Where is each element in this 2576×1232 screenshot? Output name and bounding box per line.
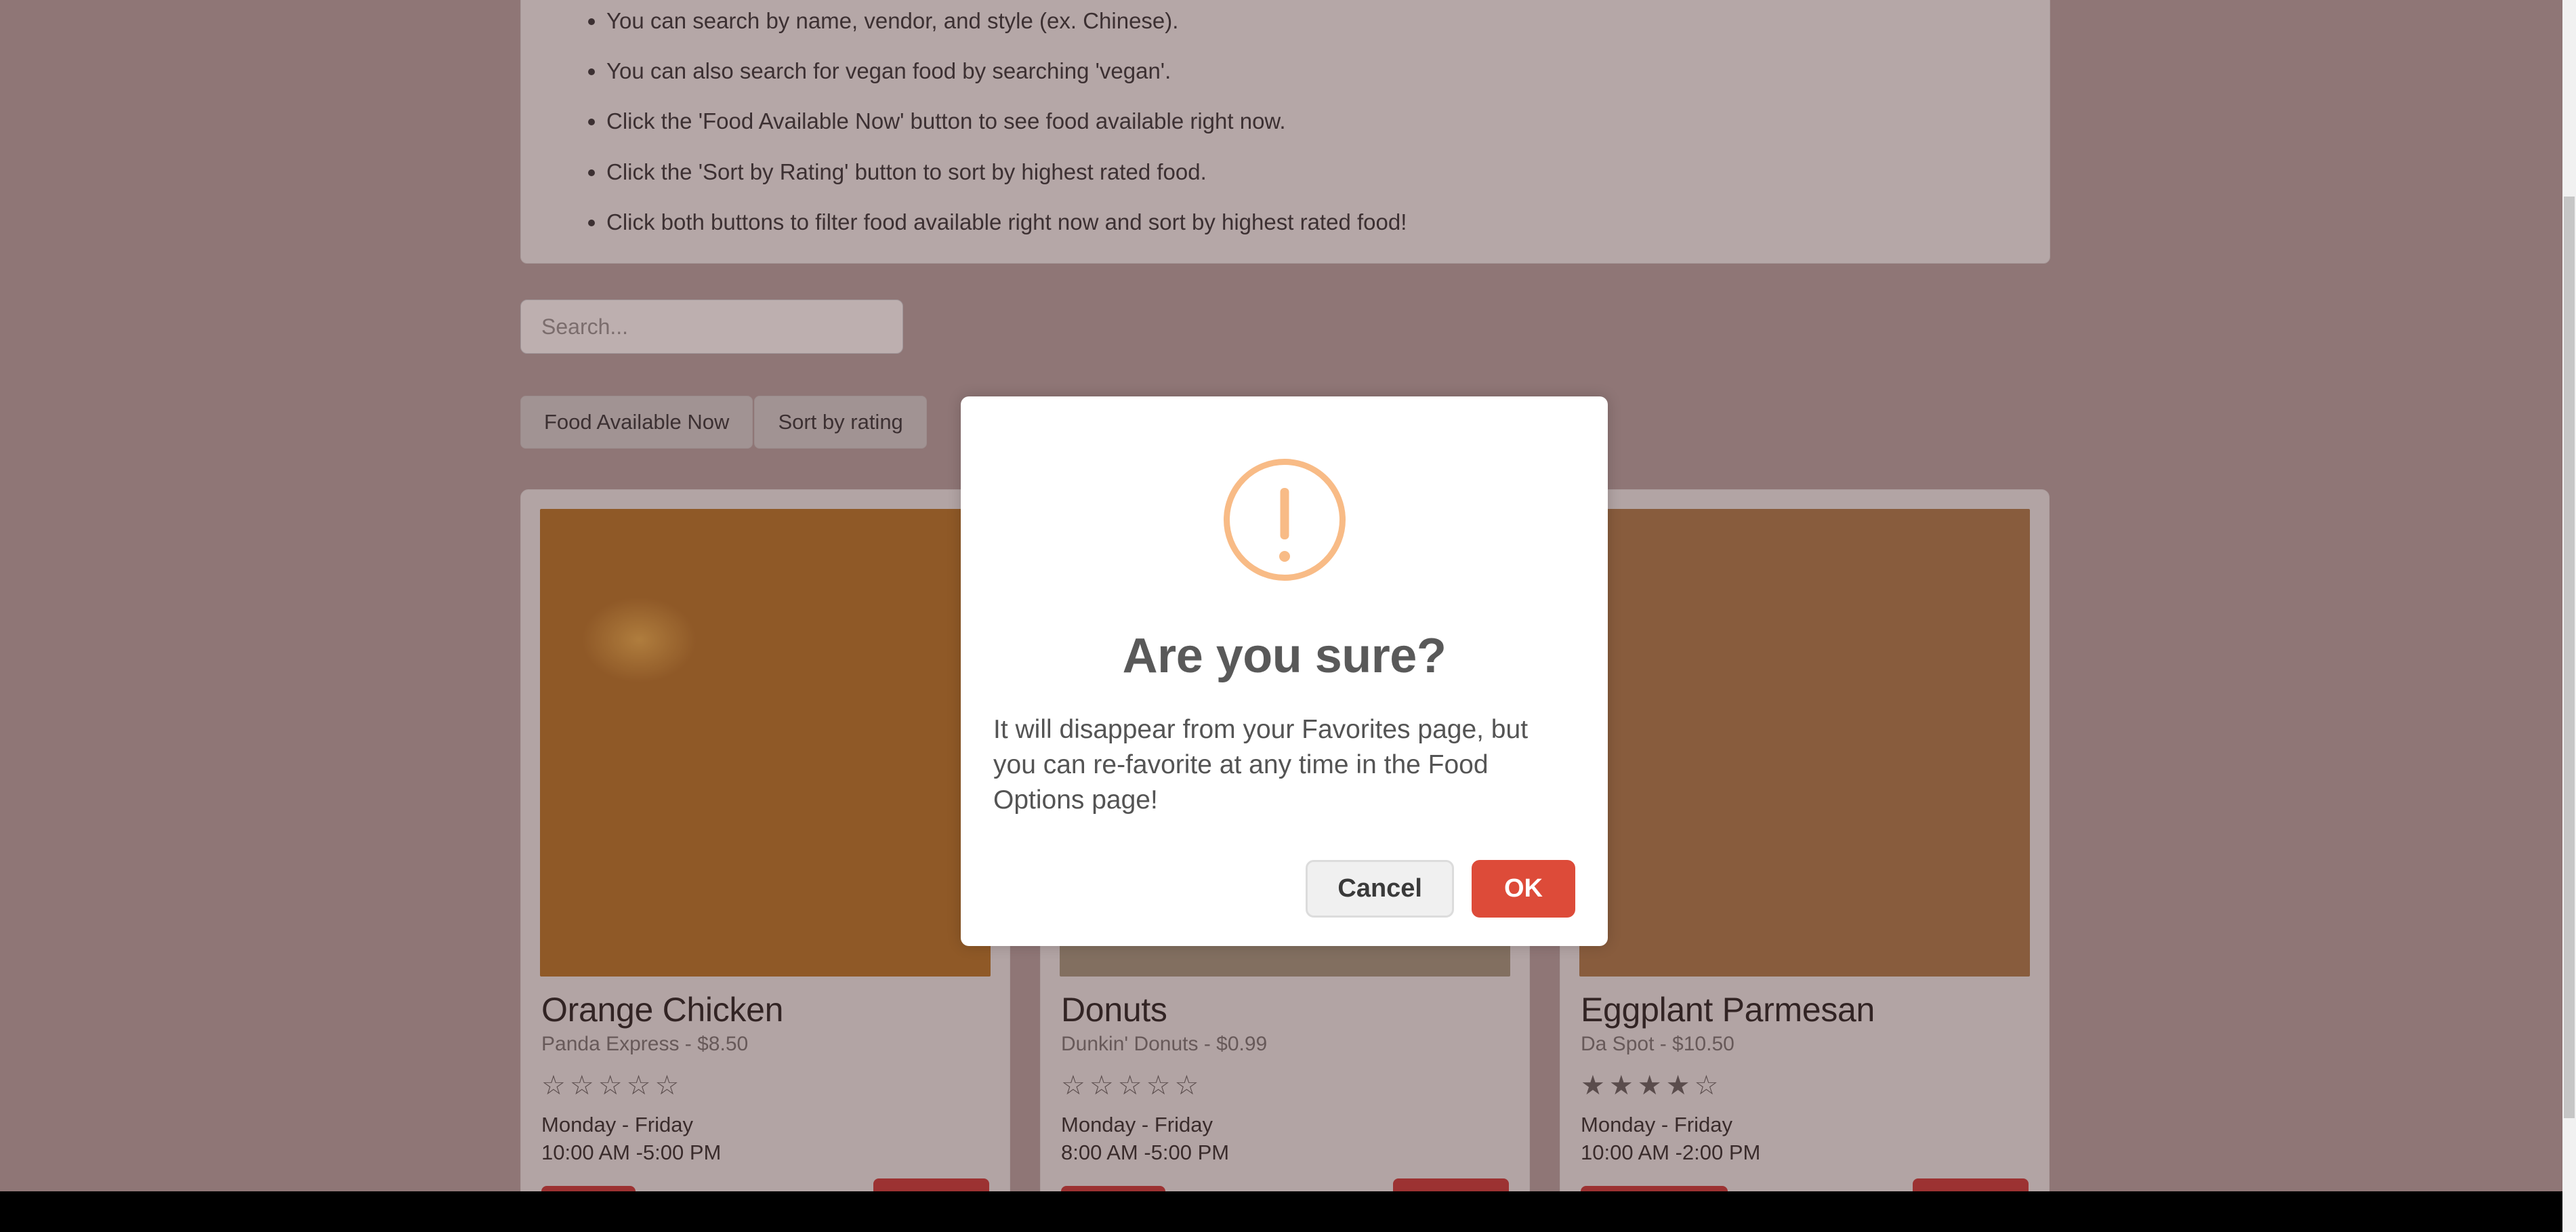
warning-icon-dot <box>1279 551 1290 562</box>
dialog-message: It will disappear from your Favorites pa… <box>993 715 1529 815</box>
dialog-title: Are you sure? <box>1122 629 1447 683</box>
scrollbar-thumb[interactable] <box>2564 197 2575 1118</box>
vertical-scrollbar[interactable] <box>2562 0 2576 1232</box>
cancel-button[interactable]: Cancel <box>1306 859 1454 918</box>
warning-exclamation-icon <box>1223 459 1346 581</box>
dialog-actions: Cancel OK <box>993 859 1575 922</box>
ok-button[interactable]: OK <box>1472 859 1575 918</box>
warning-icon-bar <box>1280 488 1289 539</box>
confirm-dialog: Are you sure? It will disappear from you… <box>961 396 1608 946</box>
page-footer <box>0 1191 2562 1232</box>
